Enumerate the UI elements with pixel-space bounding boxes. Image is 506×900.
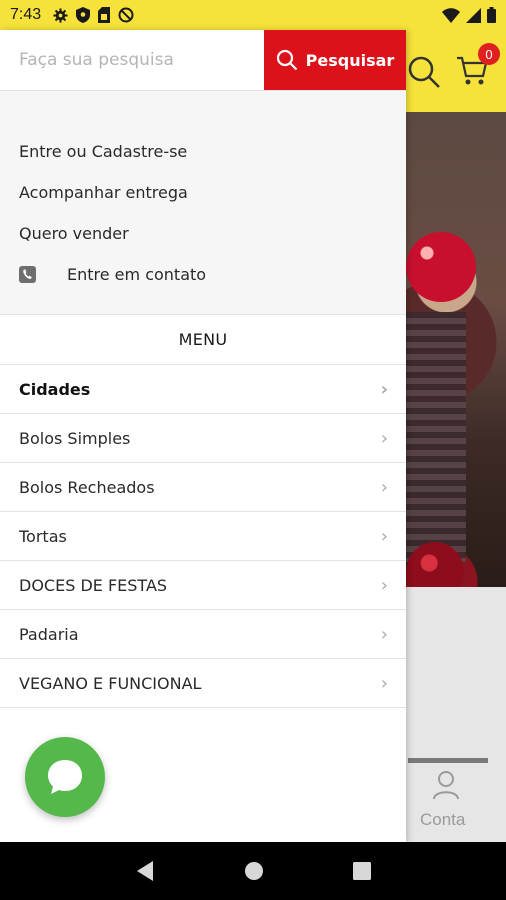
signal-icon xyxy=(466,7,481,23)
menu-item-label: Bolos Simples xyxy=(19,428,131,448)
menu-item-cidades[interactable]: Cidades › xyxy=(0,365,406,414)
sell-label: Quero vender xyxy=(19,224,129,243)
menu-item-label: Tortas xyxy=(19,526,67,546)
battery-icon xyxy=(487,7,496,23)
cake-image xyxy=(406,312,466,562)
chevron-right-icon: › xyxy=(380,525,388,547)
menu-title: MENU xyxy=(0,315,406,365)
status-time: 7:43 xyxy=(10,6,42,23)
chevron-right-icon: › xyxy=(380,476,388,498)
system-navigation-bar xyxy=(0,842,506,900)
contact-link[interactable]: Entre em contato xyxy=(0,254,406,295)
tab-conta-label: Conta xyxy=(420,810,466,829)
menu-item-label: DOCES DE FESTAS xyxy=(19,575,168,595)
gear-icon xyxy=(53,7,68,23)
recents-icon[interactable] xyxy=(353,862,372,880)
phone-icon xyxy=(19,266,36,283)
chat-bubble-icon xyxy=(48,760,82,794)
menu-item-label: VEGANO E FUNCIONAL xyxy=(19,673,202,693)
hero-cake-image xyxy=(406,112,506,602)
search-icon[interactable] xyxy=(406,54,442,90)
search-button-label: Pesquisar xyxy=(305,50,395,70)
track-delivery-label: Acompanhar entrega xyxy=(19,183,188,202)
berries-image xyxy=(406,232,476,302)
cart-badge: 0 xyxy=(478,43,500,65)
chevron-right-icon: › xyxy=(380,672,388,694)
menu-item-padaria[interactable]: Padaria › xyxy=(0,610,406,659)
home-icon[interactable] xyxy=(244,861,264,881)
menu-item-doces-de-festas[interactable]: DOCES DE FESTAS › xyxy=(0,561,406,610)
no-disturb-icon xyxy=(118,7,134,23)
tab-conta[interactable]: Conta xyxy=(406,758,506,842)
track-delivery-link[interactable]: Acompanhar entrega xyxy=(0,172,406,213)
search-input[interactable] xyxy=(0,30,264,90)
menu-item-label: Cidades xyxy=(19,379,91,399)
navigation-drawer: Pesquisar Entre ou Cadastre-se Acompanha… xyxy=(0,30,406,842)
chat-button[interactable] xyxy=(25,737,105,817)
menu-item-label: Padaria xyxy=(19,624,79,644)
chevron-right-icon: › xyxy=(380,623,388,645)
chevron-right-icon: › xyxy=(380,427,388,449)
account-links: Entre ou Cadastre-se Acompanhar entrega … xyxy=(0,90,406,315)
search-icon xyxy=(276,49,297,71)
menu-item-label: Bolos Recheados xyxy=(19,477,155,497)
sim-icon xyxy=(98,7,111,23)
menu-item-bolos-recheados[interactable]: Bolos Recheados › xyxy=(0,463,406,512)
menu-item-bolos-simples[interactable]: Bolos Simples › xyxy=(0,414,406,463)
login-register-label: Entre ou Cadastre-se xyxy=(19,142,188,161)
divider xyxy=(408,758,488,763)
chevron-right-icon: › xyxy=(380,574,388,596)
status-bar: 7:43 xyxy=(0,0,506,30)
user-icon xyxy=(433,771,459,800)
menu-item-tortas[interactable]: Tortas › xyxy=(0,512,406,561)
menu-item-vegano-e-funcional[interactable]: VEGANO E FUNCIONAL › xyxy=(0,659,406,708)
wifi-icon xyxy=(442,7,460,23)
shield-icon xyxy=(76,7,91,23)
contact-label: Entre em contato xyxy=(67,265,207,284)
login-register-link[interactable]: Entre ou Cadastre-se xyxy=(0,131,406,172)
sell-link[interactable]: Quero vender xyxy=(0,213,406,254)
back-icon[interactable] xyxy=(135,860,155,882)
search-button[interactable]: Pesquisar xyxy=(264,30,406,90)
chevron-right-icon: › xyxy=(380,378,388,400)
search-bar: Pesquisar xyxy=(0,30,406,90)
